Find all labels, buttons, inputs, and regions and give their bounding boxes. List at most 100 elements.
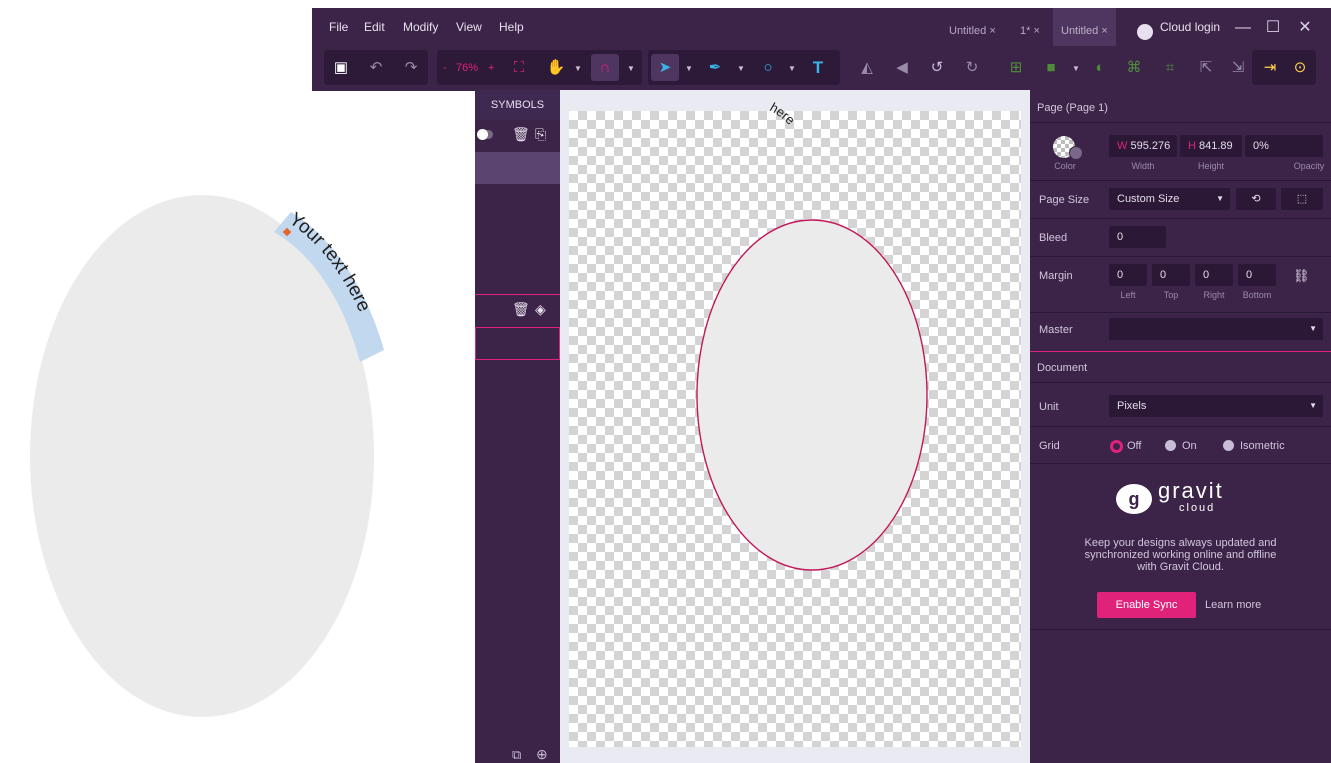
grid-on-label[interactable]: On bbox=[1182, 440, 1197, 452]
menu-view[interactable]: View bbox=[456, 8, 482, 46]
undo-icon[interactable]: ↶ bbox=[366, 50, 386, 85]
divider bbox=[1030, 463, 1331, 464]
fit-content-button[interactable]: ⬚ bbox=[1281, 188, 1323, 210]
save-icon[interactable]: ▣ bbox=[331, 50, 351, 85]
master-label: Master bbox=[1039, 324, 1073, 336]
flip-vertical-icon[interactable]: ◀ bbox=[892, 50, 912, 85]
opacity-field[interactable]: 0% bbox=[1245, 135, 1323, 157]
orientation-button[interactable]: ⟲ bbox=[1236, 188, 1276, 210]
artboard-drawing: here bbox=[696, 99, 928, 571]
margin-left-field[interactable]: 0 bbox=[1109, 264, 1147, 286]
menu-help[interactable]: Help bbox=[499, 8, 524, 46]
gravit-brand: gravit bbox=[1158, 478, 1224, 503]
pointer-caret-icon[interactable]: ▼ bbox=[684, 50, 694, 85]
divider bbox=[1030, 122, 1331, 123]
rotate-page-icon: ⟲ bbox=[1251, 193, 1261, 205]
shape-caret-icon[interactable]: ▼ bbox=[787, 50, 797, 85]
maximize-button[interactable]: ☐ bbox=[1258, 8, 1288, 46]
grid-isometric-radio[interactable] bbox=[1223, 440, 1234, 451]
symbols-header[interactable]: SYMBOLS bbox=[475, 90, 560, 120]
link-margins-icon[interactable]: ⛓ bbox=[1293, 268, 1310, 284]
grid-off-label[interactable]: Off bbox=[1127, 440, 1141, 452]
enable-sync-button[interactable]: Enable Sync bbox=[1097, 592, 1196, 618]
menu-edit[interactable]: Edit bbox=[364, 8, 385, 46]
snap-dropdown-caret-icon[interactable]: ▼ bbox=[626, 50, 636, 85]
import-icon[interactable]: ⇲ bbox=[1228, 50, 1248, 85]
symbol-list-item-selected[interactable] bbox=[475, 152, 560, 184]
pen-caret-icon[interactable]: ▼ bbox=[736, 50, 746, 85]
learn-more-link[interactable]: Learn more bbox=[1205, 592, 1261, 618]
add-page-icon[interactable]: ⊕ bbox=[536, 746, 548, 763]
mask-icon[interactable]: ⌘ bbox=[1124, 50, 1144, 85]
export-selection-icon[interactable]: ⇱ bbox=[1196, 50, 1216, 85]
layer-row-active[interactable] bbox=[475, 327, 560, 360]
fit-screen-icon[interactable]: ⛶ bbox=[509, 50, 529, 85]
zoom-out-button[interactable]: - bbox=[443, 50, 447, 85]
text-tool-icon[interactable]: T bbox=[808, 50, 828, 85]
margin-top-label: Top bbox=[1163, 290, 1179, 300]
zoom-value[interactable]: 76% bbox=[456, 50, 478, 85]
color-label: Color bbox=[1054, 161, 1076, 171]
tab-untitled-active[interactable]: Untitled × bbox=[1053, 8, 1116, 46]
hand-dropdown-caret-icon[interactable]: ▼ bbox=[573, 50, 583, 85]
opacity-label: Opacity bbox=[1293, 161, 1325, 171]
rotate-left-icon[interactable]: ↺ bbox=[927, 50, 947, 85]
grid-isometric-label[interactable]: Isometric bbox=[1240, 440, 1285, 452]
zoom-in-button[interactable]: + bbox=[488, 50, 494, 85]
tab-1[interactable]: 1* × bbox=[1020, 8, 1040, 46]
menu-modify[interactable]: Modify bbox=[403, 8, 438, 46]
page-size-select[interactable]: Custom Size ▼ bbox=[1109, 188, 1230, 210]
grid-label: Grid bbox=[1039, 440, 1060, 452]
artboard-ellipse[interactable] bbox=[696, 219, 928, 571]
page-settings-icon[interactable]: ⧉ bbox=[512, 747, 521, 763]
toggle-knob bbox=[477, 129, 488, 140]
cloud-login-link[interactable]: Cloud login bbox=[1160, 8, 1220, 46]
color-edit-icon[interactable] bbox=[1069, 146, 1083, 160]
arrange-icon[interactable]: ■ bbox=[1041, 50, 1061, 85]
ellipse-tool-icon[interactable]: ○ bbox=[758, 50, 778, 85]
grid-on-radio[interactable] bbox=[1165, 440, 1176, 451]
margin-right-label: Right bbox=[1203, 290, 1225, 300]
height-value: 841.89 bbox=[1199, 140, 1233, 152]
menu-file[interactable]: File bbox=[329, 8, 348, 46]
minimize-button[interactable]: — bbox=[1228, 8, 1258, 46]
margin-top-field[interactable]: 0 bbox=[1152, 264, 1190, 286]
redo-icon[interactable]: ↷ bbox=[401, 50, 421, 85]
pen-tool-icon[interactable]: ✒ bbox=[705, 50, 725, 85]
cloud-message-line: with Gravit Cloud. bbox=[1137, 561, 1224, 573]
cloud-message: Keep your designs always updated and syn… bbox=[1030, 537, 1331, 573]
section-divider bbox=[1030, 351, 1331, 352]
path-ops-icon[interactable]: ⌗ bbox=[1160, 50, 1180, 85]
grid-off-radio[interactable] bbox=[1110, 440, 1123, 453]
page-size-value: Custom Size bbox=[1117, 193, 1180, 205]
layer-trash-icon[interactable]: 🗑 bbox=[512, 301, 530, 318]
margin-bottom-field[interactable]: 0 bbox=[1238, 264, 1276, 286]
height-label: Height bbox=[1197, 161, 1224, 171]
margin-right-field[interactable]: 0 bbox=[1195, 264, 1233, 286]
close-button[interactable]: ✕ bbox=[1290, 8, 1320, 46]
artboard-curved-text[interactable]: here bbox=[767, 99, 798, 127]
present-icon[interactable]: ⊙ bbox=[1290, 50, 1310, 85]
hand-tool-icon[interactable]: ✋ bbox=[546, 50, 566, 85]
height-field[interactable]: H 841.89 bbox=[1180, 135, 1242, 157]
width-field[interactable]: W 595.276 bbox=[1109, 135, 1177, 157]
new-symbol-icon[interactable]: ⎘ bbox=[535, 126, 546, 143]
magnet-snap-icon[interactable]: ∩ bbox=[595, 50, 615, 85]
divider bbox=[1030, 426, 1331, 427]
pointer-tool-icon[interactable]: ➤ bbox=[655, 50, 675, 85]
boolean-icon[interactable]: ◐ bbox=[1090, 50, 1110, 85]
add-layer-icon[interactable]: ◈ bbox=[535, 301, 546, 318]
master-select[interactable]: ▼ bbox=[1109, 318, 1323, 340]
export-icon[interactable]: ⇥ bbox=[1260, 50, 1280, 85]
group-icon[interactable]: ⊞ bbox=[1006, 50, 1026, 85]
trash-icon[interactable]: 🗑 bbox=[512, 126, 530, 143]
rotate-right-icon[interactable]: ↻ bbox=[962, 50, 982, 85]
tab-untitled-1[interactable]: Untitled × bbox=[949, 8, 996, 46]
unit-value: Pixels bbox=[1117, 400, 1147, 412]
unit-select[interactable]: Pixels ▼ bbox=[1109, 395, 1323, 417]
arrange-caret-icon[interactable]: ▼ bbox=[1071, 50, 1081, 85]
divider bbox=[1030, 382, 1331, 383]
flip-horizontal-icon[interactable]: ◭ bbox=[857, 50, 877, 85]
bleed-field[interactable]: 0 bbox=[1109, 226, 1166, 248]
page-section-title: Page (Page 1) bbox=[1037, 102, 1108, 114]
